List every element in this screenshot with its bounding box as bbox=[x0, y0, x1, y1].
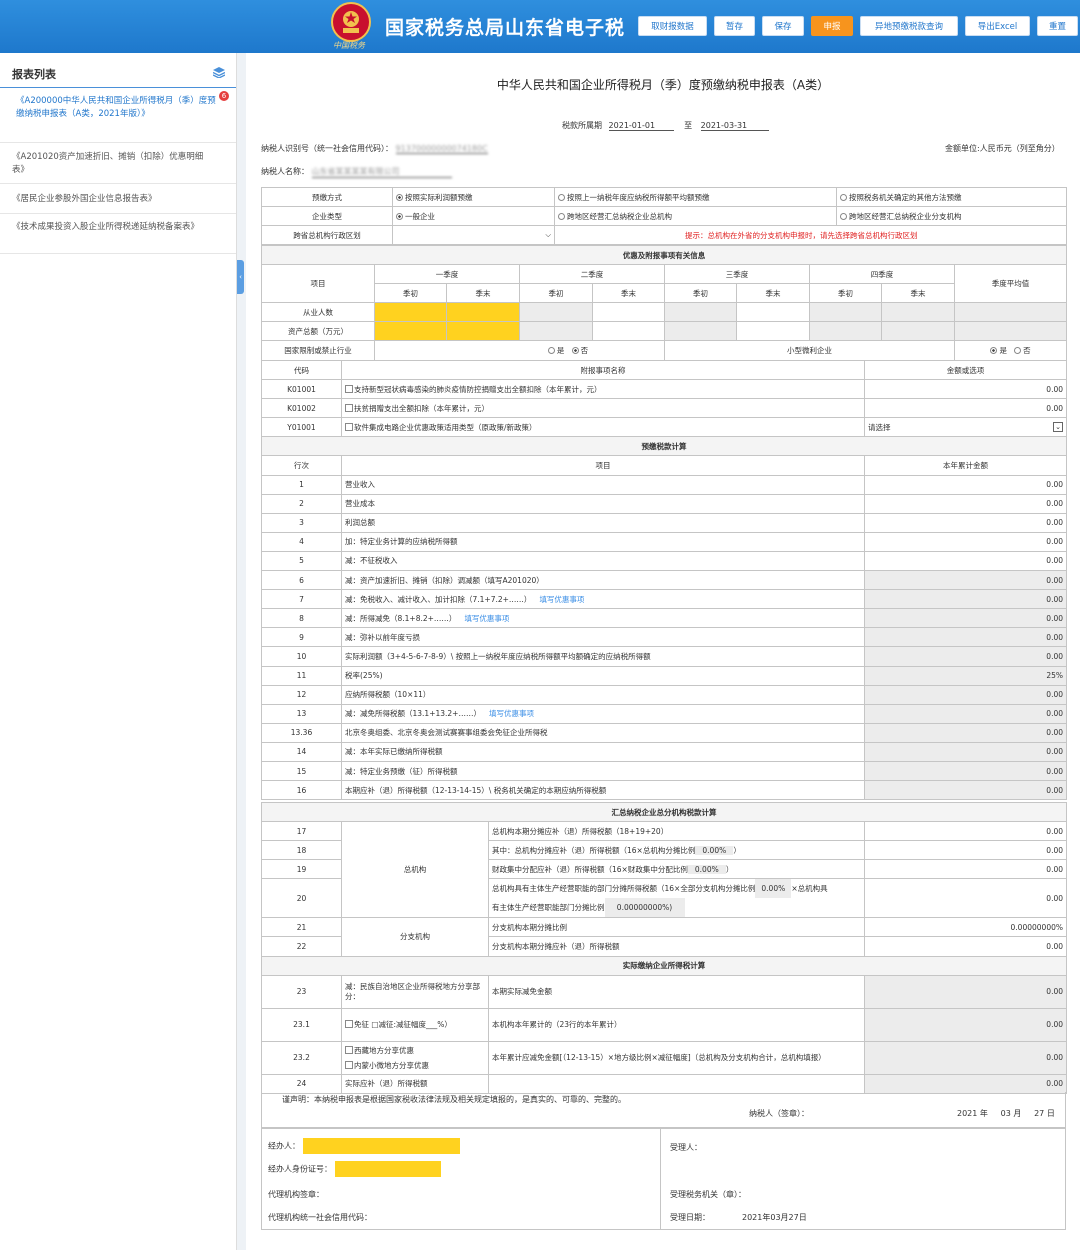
exempt-checkbox[interactable] bbox=[345, 1020, 353, 1029]
fetch-financial-data-button[interactable]: 取财报数据 bbox=[638, 16, 707, 36]
table-row: Y01001 软件集成电路企业优惠政策适用类型（原政策/新政策） 请选择 ⌄ bbox=[261, 417, 1067, 438]
fill-preference-link[interactable]: 填写优惠事项 bbox=[539, 595, 584, 604]
reset-button[interactable]: 重置 bbox=[1037, 16, 1078, 36]
table-row: 3 利润总额 0.00 bbox=[261, 512, 1067, 533]
restricted-no-radio[interactable] bbox=[571, 347, 579, 355]
temp-save-button[interactable]: 暂存 bbox=[714, 16, 755, 36]
table-row: 13.36 北京冬奥组委、北京冬奥会测试赛赛事组委会免征企业所得税 0.00 bbox=[261, 722, 1067, 743]
region-select[interactable]: ⌵ bbox=[392, 225, 555, 246]
small-no-radio[interactable] bbox=[1014, 347, 1022, 355]
radio-actual-profit[interactable]: 按照实际利润额预缴 bbox=[392, 186, 555, 208]
table-row: 6 减：资产加速折旧、摊销（扣除）调减额（填写A201020） 0.00 bbox=[261, 570, 1067, 591]
method-table: 预缴方式 按照实际利润额预缴 按照上一纳税年度应纳税所得额平均额预缴 按照税务机… bbox=[261, 186, 1067, 246]
region-hint: 提示：总机构在外省的分支机构申报时，请先选择跨省总机构行政区划 bbox=[554, 225, 1067, 246]
radio-branch[interactable]: 跨地区经营汇总纳税企业分支机构 bbox=[836, 206, 1067, 227]
calc-table: 代码 附报事项名称 金额或选项 K01001 支持新型冠状病毒感染的肺炎疫情防控捐赠支… bbox=[261, 359, 1067, 801]
table-row: 2 营业成本 0.00 bbox=[261, 493, 1067, 514]
radio-prev-year-avg[interactable]: 按照上一纳税年度应纳税所得额平均额预缴 bbox=[554, 186, 837, 208]
k01001-checkbox[interactable] bbox=[345, 384, 353, 393]
k01002-checkbox[interactable] bbox=[345, 403, 353, 412]
name-row: 纳税人名称： 山东省某某某某有限公司 bbox=[261, 166, 452, 178]
tibet-checkbox[interactable] bbox=[345, 1045, 353, 1054]
table-row: 14 减：本年实际已缴纳所得税额 0.00 bbox=[261, 741, 1067, 762]
inner-mongolia-checkbox[interactable] bbox=[345, 1060, 353, 1069]
small-yes-radio[interactable] bbox=[990, 347, 998, 355]
top-bar: 中国税务 国家税务总局山东省电子税 取财报数据 暂存 保存 申报 异地预缴税款查… bbox=[0, 0, 1080, 53]
tax-emblem-icon bbox=[331, 2, 371, 42]
chevron-down-icon: ⌵ bbox=[545, 230, 551, 240]
agent-id-field[interactable] bbox=[334, 1161, 441, 1177]
summary-table: 汇总纳税企业总分机构税款计算 17 总机构 总机构本期分摊应补（退）所得税额（18+… bbox=[261, 801, 1067, 1094]
period-row: 税款所属期 2021-01-01 至 2021-03-31 bbox=[562, 120, 769, 131]
save-button[interactable]: 保存 bbox=[762, 16, 804, 36]
sidebar-badge: 6 bbox=[219, 91, 229, 101]
table-row: 12 应纳所得税额（10×11） 0.00 bbox=[261, 684, 1067, 705]
remote-prepay-query-button[interactable]: 异地预缴税款查询 bbox=[860, 16, 958, 36]
table-row: 15 减：特定业务预缴（征）所得税额 0.00 bbox=[261, 760, 1067, 782]
radio-general[interactable]: 一般企业 bbox=[392, 206, 555, 227]
layers-icon[interactable] bbox=[213, 67, 225, 78]
unit-label: 金额单位:人民币元（列至角分） bbox=[945, 144, 1060, 153]
table-row: K01001 支持新型冠状病毒感染的肺炎疫情防控捐赠支出全额扣除（本年累计，元） 0… bbox=[261, 379, 1067, 400]
table-row: 8 减：所得减免（8.1+8.2+……） 填写优惠事项 0.00 bbox=[261, 608, 1067, 629]
y01001-select[interactable]: 请选择 ⌄ bbox=[864, 417, 1067, 438]
radio-other-method[interactable]: 按照税务机关确定的其他方法预缴 bbox=[836, 186, 1067, 208]
restricted-yes-radio[interactable] bbox=[547, 347, 555, 355]
period-start-field[interactable]: 2021-01-01 bbox=[608, 121, 674, 131]
emp-q1-end[interactable] bbox=[446, 302, 520, 323]
signature-area: 经办人： 经办人身份证号： 代理机构签章： 代理机构统一社会信用代码： 受理人：… bbox=[261, 1128, 1066, 1230]
table-row: 13 减：减免所得税额（13.1+13.2+……） 填写优惠事项 0.00 bbox=[261, 703, 1067, 724]
sidebar-item-tech-investment[interactable]: 《技术成果投资入股企业所得税递延纳税备案表》 bbox=[12, 221, 212, 234]
agent-field[interactable] bbox=[302, 1138, 460, 1154]
table-row: 4 加：特定业务计算的应纳税所得额 0.00 bbox=[261, 531, 1067, 552]
sidebar-title: 报表列表 bbox=[12, 68, 56, 81]
fill-preference-link[interactable]: 填写优惠事项 bbox=[464, 614, 509, 623]
sidebar-item-a201020[interactable]: 《A201020资产加速折旧、摊销（扣除）优惠明细表》 bbox=[12, 151, 212, 177]
collapse-sidebar-icon[interactable]: ‹ bbox=[237, 260, 244, 294]
table-row: 9 减：弥补以前年度亏损 0.00 bbox=[261, 627, 1067, 648]
assets-q1-begin[interactable] bbox=[374, 321, 447, 342]
site-title: 国家税务总局山东省电子税 bbox=[385, 17, 626, 39]
sidebar-item-a200000[interactable]: 《A200000中华人民共和国企业所得税月（季）度预缴纳税申报表（A类，2021… bbox=[16, 95, 216, 121]
period-end-field[interactable]: 2021-03-31 bbox=[700, 121, 769, 131]
table-row: 7 减：免税收入、减计收入、加计扣除（7.1+7.2+……） 填写优惠事项 0.00 bbox=[261, 589, 1067, 610]
taxid-row: 纳税人识别号（统一社会信用代码）： 91370000000074180C bbox=[261, 144, 488, 154]
logo-motto: 中国税务 bbox=[333, 41, 365, 50]
table-row: 10 实际利润额（3+4-5-6-7-8-9）\ 按照上一纳税年度应纳税所得额平均… bbox=[261, 646, 1067, 667]
table-row: 1 营业收入 0.00 bbox=[261, 474, 1067, 495]
y01001-checkbox[interactable] bbox=[345, 422, 353, 431]
fill-preference-link[interactable]: 填写优惠事项 bbox=[489, 709, 534, 718]
table-row: 11 税率(25%) 25% bbox=[261, 665, 1067, 686]
export-excel-button[interactable]: 导出Excel bbox=[965, 16, 1030, 36]
sidebar-item-foreign-info[interactable]: 《居民企业参股外国企业信息报告表》 bbox=[12, 193, 212, 206]
emp-q1-begin[interactable] bbox=[374, 302, 447, 323]
assets-q1-end[interactable] bbox=[446, 321, 520, 342]
table-row: 16 本期应补（退）所得税额（12-13-14-15）\ 税务机关确定的本期应纳所… bbox=[261, 780, 1067, 801]
form-title: 中华人民共和国企业所得税月（季）度预缴纳税申报表（A类） bbox=[496, 78, 830, 92]
report-list-sidebar: 报表列表 《A200000中华人民共和国企业所得税月（季）度预缴纳税申报表（A类… bbox=[0, 53, 237, 1250]
declaration: 谨声明：本纳税申报表是根据国家税收法律法规及相关规定填报的，是真实的、可靠的、完… bbox=[261, 1092, 1066, 1128]
declare-button[interactable]: 申报 bbox=[811, 16, 853, 36]
table-row: 5 减：不征税收入 0.00 bbox=[261, 550, 1067, 572]
radio-hq[interactable]: 跨地区经营汇总纳税企业总机构 bbox=[554, 206, 837, 227]
table-row: K01002 扶贫捐赠支出全额扣除（本年累计，元） 0.00 bbox=[261, 398, 1067, 419]
info-table: 优惠及附报事项有关信息 项目 一季度 二季度 三季度 四季度 季度平均值 季初 季末季… bbox=[260, 244, 1068, 361]
chevron-down-icon: ⌄ bbox=[1053, 421, 1063, 432]
